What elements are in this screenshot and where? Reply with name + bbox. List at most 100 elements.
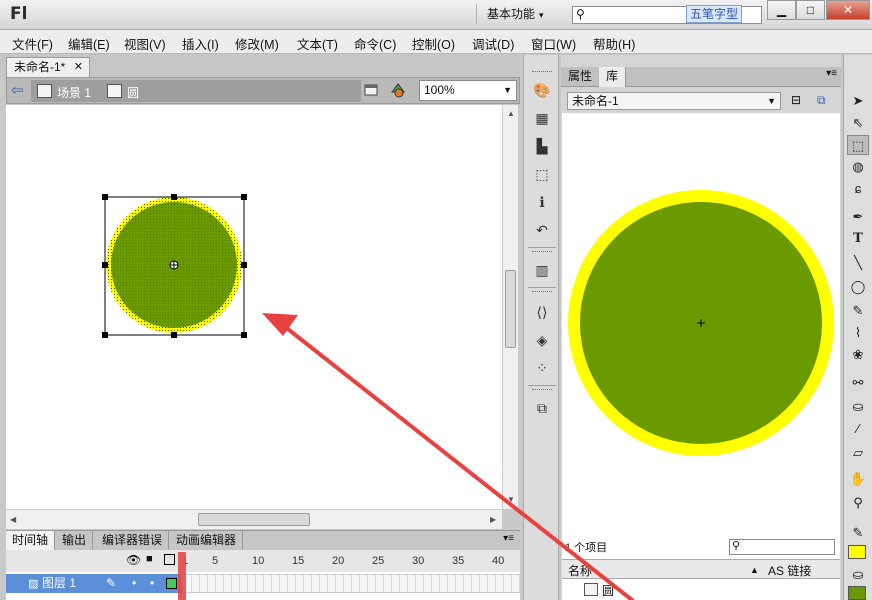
lock-dot[interactable]: • — [150, 574, 154, 592]
edit-symbol-icon[interactable] — [389, 82, 407, 98]
transform-icon[interactable]: ⬚ — [533, 165, 551, 183]
layer-row[interactable]: ▨ 图层 1 ✎ • • — [6, 572, 520, 600]
scroll-left-icon[interactable]: ◀ — [10, 515, 16, 524]
subselection-tool-icon[interactable]: ⇖ — [847, 113, 869, 133]
minimize-button[interactable]: ▁ — [767, 0, 796, 20]
stroke-color-icon[interactable]: ✎ — [847, 523, 869, 543]
grip-handle[interactable] — [532, 251, 552, 254]
menu-insert[interactable]: 插入(I) — [182, 34, 219, 53]
lock-icon[interactable]: ■ — [146, 553, 153, 565]
layer-color-box[interactable] — [166, 578, 177, 589]
pin-icon[interactable]: ⊟ — [791, 93, 801, 107]
layer-item[interactable]: ▨ 图层 1 ✎ • • — [6, 574, 182, 593]
menu-commands[interactable]: 命令(C) — [354, 34, 396, 53]
library-document-select[interactable]: 未命名-1 ▼ — [567, 92, 781, 110]
close-button[interactable]: ✕ — [826, 0, 870, 20]
3d-rotation-icon[interactable]: ◍ — [847, 157, 869, 177]
lasso-icon[interactable]: ɕ — [847, 179, 869, 199]
scroll-thumb[interactable] — [198, 513, 310, 526]
visibility-dot[interactable]: • — [132, 574, 136, 592]
scroll-thumb[interactable] — [505, 270, 516, 348]
outline-icon[interactable] — [164, 554, 175, 565]
align-icon[interactable]: ▙ — [533, 137, 551, 155]
menu-file[interactable]: 文件(F) — [12, 34, 53, 53]
col-linkage[interactable]: AS 链接 — [768, 562, 811, 579]
oval-icon[interactable]: ◯ — [847, 277, 869, 297]
grip-handle[interactable] — [532, 71, 552, 74]
menu-debug[interactable]: 调试(D) — [472, 34, 514, 53]
tab-properties[interactable]: 属性 — [561, 67, 601, 87]
swatches-icon[interactable]: ▦ — [533, 109, 551, 127]
frame-track[interactable] — [184, 574, 520, 593]
scroll-down-icon[interactable]: ▼ — [507, 495, 515, 504]
panel-menu-icon[interactable]: ▾≡ — [826, 68, 837, 79]
pen-icon[interactable]: ✒ — [847, 207, 869, 227]
menu-help[interactable]: 帮助(H) — [593, 34, 635, 53]
stage-canvas[interactable] — [6, 105, 502, 509]
paint-bucket-icon[interactable]: ⛀ — [847, 397, 869, 417]
document-tab[interactable]: 未命名-1* ✕ — [6, 57, 90, 77]
tab-output[interactable]: 输出 — [56, 531, 94, 551]
deco-icon[interactable]: ❀ — [847, 345, 869, 365]
stroke-color-swatch[interactable] — [848, 545, 866, 559]
back-arrow-icon[interactable]: ⇦ — [11, 81, 24, 99]
edit-scene-icon[interactable] — [363, 82, 381, 98]
ime-badge[interactable]: 五笔字型 — [686, 5, 743, 23]
grip-handle[interactable] — [532, 389, 552, 392]
close-icon[interactable]: ✕ — [74, 58, 83, 76]
eyedropper-icon[interactable]: ⁄ — [847, 419, 869, 439]
maximize-button[interactable]: □ — [796, 0, 825, 20]
playhead[interactable] — [178, 552, 186, 600]
history-icon[interactable]: ↶ — [533, 221, 551, 239]
stage[interactable] — [6, 105, 502, 509]
hand-icon[interactable]: ✋ — [847, 469, 869, 489]
menu-edit[interactable]: 编辑(E) — [68, 34, 110, 53]
grip-handle[interactable] — [532, 291, 552, 294]
actions-icon[interactable]: ⟨⟩ — [533, 303, 551, 321]
tab-library[interactable]: 库 — [599, 67, 627, 87]
line-icon[interactable]: ╲ — [847, 253, 869, 273]
eraser-icon[interactable]: ▱ — [847, 443, 869, 463]
workspace-switcher[interactable]: 基本功能 ▾ — [476, 4, 560, 24]
components-icon[interactable]: ◈ — [533, 331, 551, 349]
text-icon[interactable]: T — [847, 229, 869, 249]
menu-view[interactable]: 视图(V) — [124, 34, 166, 53]
breadcrumb-scene[interactable]: 场景 1 — [57, 84, 91, 101]
library-icon[interactable]: ▥ — [533, 261, 551, 279]
zoom-select[interactable]: 100% ▼ — [419, 80, 517, 101]
menu-modify[interactable]: 修改(M) — [235, 34, 279, 53]
fill-color-swatch[interactable] — [848, 586, 866, 600]
motion-presets-icon[interactable]: ⁘ — [533, 359, 551, 377]
selection-tool-icon[interactable]: ➤ — [847, 91, 869, 111]
new-library-panel-icon[interactable]: ⧉ — [817, 93, 826, 108]
menu-text[interactable]: 文本(T) — [297, 34, 338, 53]
zoom-icon[interactable]: ⚲ — [847, 493, 869, 513]
bone-icon[interactable]: ⚯ — [847, 373, 869, 393]
tab-timeline[interactable]: 时间轴 — [6, 531, 56, 551]
scroll-right-icon[interactable]: ▶ — [490, 515, 496, 524]
menu-window[interactable]: 窗口(W) — [531, 34, 576, 53]
tab-motion-editor[interactable]: 动画编辑器 — [170, 531, 244, 551]
search-icon: ⚲ — [732, 540, 741, 552]
eye-icon[interactable]: 👁 — [126, 553, 141, 567]
col-name[interactable]: 名称 — [568, 562, 592, 579]
brush-icon[interactable]: ⌇ — [847, 323, 869, 343]
pencil-icon[interactable]: ✎ — [847, 301, 869, 321]
stage-horizontal-scrollbar[interactable]: ◀ ▶ — [6, 509, 502, 529]
list-item[interactable]: 圆 — [562, 579, 840, 600]
movie-explorer-icon[interactable]: ⧉ — [533, 399, 551, 417]
tab-compiler-errors[interactable]: 编译器错误 — [96, 531, 170, 551]
free-transform-icon[interactable]: ⬚ — [847, 135, 869, 155]
stage-vertical-scrollbar[interactable]: ▲ ▼ — [502, 105, 518, 509]
library-document-value: 未命名-1 — [572, 94, 619, 108]
breadcrumb-symbol[interactable]: 圆 — [127, 84, 139, 101]
menu-control[interactable]: 控制(O) — [412, 34, 455, 53]
color-icon[interactable]: 🎨 — [533, 81, 551, 99]
panel-menu-icon[interactable]: ▾≡ — [503, 533, 514, 544]
library-search-input[interactable]: ⚲ — [729, 539, 835, 555]
sort-icon[interactable]: ▲ — [750, 565, 759, 575]
fill-color-icon[interactable]: ⛀ — [847, 565, 869, 585]
info-icon[interactable]: ℹ — [533, 193, 551, 211]
scroll-up-icon[interactable]: ▲ — [507, 109, 515, 118]
frame-number: 25 — [372, 555, 385, 567]
